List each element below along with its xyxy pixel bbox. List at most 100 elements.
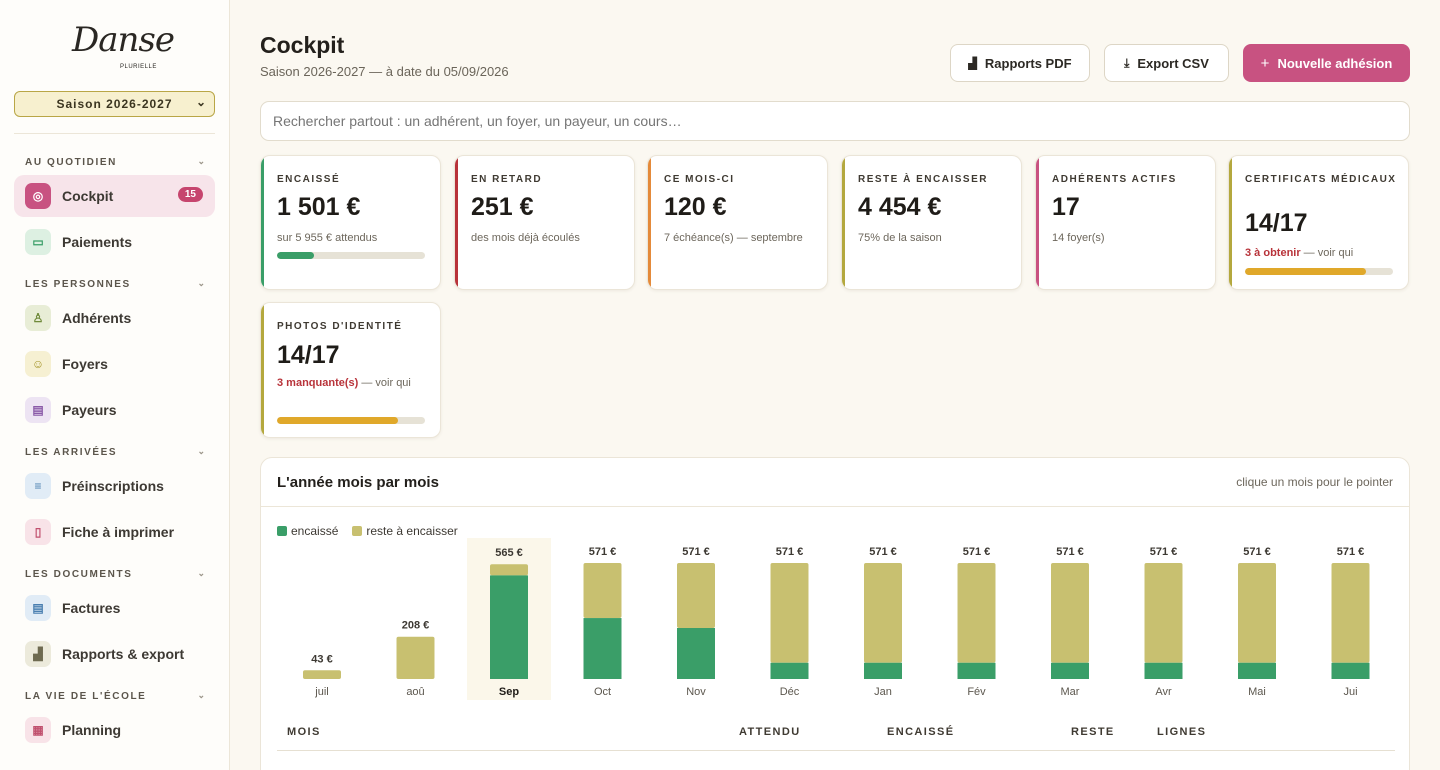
kpi-subtext: 75% de la saison — [858, 232, 942, 244]
export-csv-button[interactable]: ⤓ Export CSV — [1104, 44, 1229, 82]
bar-reste-7[interactable] — [957, 563, 996, 663]
reports-pdf-button[interactable]: ▟ Rapports PDF — [950, 44, 1090, 82]
bar-total-label: 571 € — [869, 546, 897, 558]
kpi-card-photos[interactable]: PHOTOS D'IDENTITÉ 14/17 3 manquante(s) —… — [260, 302, 441, 438]
kpi-card-retard[interactable]: EN RETARD 251 € des mois déjà écoulés — [454, 155, 635, 290]
monthly-bar-chart[interactable]: 43 € juil 208 € aoû 565 € Sep 571 € Oct 571 € Nov… — [261, 458, 1410, 708]
x-tick-label[interactable]: Déc — [780, 686, 800, 698]
bar-total-label: 571 € — [1150, 546, 1178, 558]
bar-encaisse-7[interactable] — [957, 662, 996, 679]
nav-section-personnes[interactable]: LES PERSONNES ⌄ — [25, 278, 205, 290]
sidebar: Danse PLURIELLE Saison 2026-2027 ⌄ AU QU… — [0, 0, 230, 770]
table-header-reste[interactable]: RESTE — [1071, 726, 1115, 738]
x-tick-label[interactable]: aoû — [406, 686, 424, 698]
bar-reste-11[interactable] — [1331, 563, 1370, 663]
kpi-label: ADHÉRENTS ACTIFS — [1052, 174, 1177, 185]
bar-total-label: 571 € — [1243, 546, 1271, 558]
kpi-subtext[interactable]: 3 manquante(s) — voir qui — [277, 375, 426, 392]
nav-section-vie-ecole[interactable]: LA VIE DE L'ÉCOLE ⌄ — [25, 690, 205, 702]
bar-reste-4[interactable] — [677, 563, 715, 629]
bar-reste-9[interactable] — [1144, 563, 1183, 663]
kpi-subtext: 7 échéance(s) — septembre — [664, 232, 803, 244]
kpi-warning-text: 3 à obtenir — [1245, 247, 1301, 259]
x-tick-label[interactable]: Jan — [874, 686, 892, 698]
chevron-down-icon: ⌄ — [195, 95, 207, 109]
bar-total-label: 571 € — [1337, 546, 1365, 558]
nav-section-quotidien[interactable]: AU QUOTIDIEN ⌄ — [25, 156, 205, 168]
kpi-subtext[interactable]: 3 à obtenir — voir qui — [1245, 245, 1394, 262]
table-header-attendu[interactable]: ATTENDU — [739, 726, 801, 738]
nav-section-title: LES DOCUMENTS — [25, 569, 133, 580]
logo[interactable]: Danse PLURIELLE — [70, 18, 175, 80]
sidebar-item-cockpit[interactable]: ◎ Cockpit 15 — [14, 175, 215, 217]
people-icon: ☺ — [25, 351, 51, 377]
bar-encaisse-9[interactable] — [1144, 662, 1183, 679]
kpi-card-reste[interactable]: RESTE À ENCAISSER 4 454 € 75% de la sais… — [841, 155, 1022, 290]
x-tick-label[interactable]: Mai — [1248, 686, 1266, 698]
bar-reste-0[interactable] — [303, 670, 341, 679]
nav-section-documents[interactable]: LES DOCUMENTS ⌄ — [25, 568, 205, 580]
bar-reste-2[interactable] — [490, 564, 528, 576]
sidebar-item-adherents[interactable]: ♙ Adhérents — [14, 297, 215, 339]
table-header-encaisse[interactable]: ENCAISSÉ — [887, 726, 954, 738]
season-select[interactable]: Saison 2026-2027 ⌄ — [14, 91, 215, 117]
nav-section-title: LES PERSONNES — [25, 279, 131, 290]
bar-reste-5[interactable] — [770, 563, 809, 663]
global-search-input[interactable] — [260, 101, 1410, 141]
sidebar-item-foyers[interactable]: ☺ Foyers — [14, 343, 215, 385]
nav-section-arrivees[interactable]: LES ARRIVÉES ⌄ — [25, 446, 205, 458]
bar-encaisse-3[interactable] — [583, 618, 622, 679]
kpi-card-certificats[interactable]: CERTIFICATS MÉDICAUX 14/17 3 à obtenir —… — [1228, 155, 1409, 290]
x-tick-label[interactable]: juil — [314, 686, 328, 698]
bar-encaisse-5[interactable] — [770, 662, 809, 679]
kpi-label: PHOTOS D'IDENTITÉ — [277, 321, 403, 332]
bar-reste-10[interactable] — [1238, 563, 1276, 663]
bar-chart-icon: ▟ — [968, 57, 977, 70]
new-membership-button[interactable]: + Nouvelle adhésion — [1243, 44, 1410, 82]
kpi-card-mois[interactable]: CE MOIS-CI 120 € 7 échéance(s) — septemb… — [647, 155, 828, 290]
bar-encaisse-4[interactable] — [677, 628, 715, 679]
caret-down-icon: ⌄ — [197, 690, 205, 700]
sidebar-item-factures[interactable]: ▤ Factures — [14, 587, 215, 629]
bar-total-label: 571 € — [1056, 546, 1084, 558]
x-tick-label[interactable]: Sep — [499, 686, 519, 698]
sidebar-item-label: Paiements — [62, 234, 133, 250]
bar-total-label: 571 € — [589, 546, 617, 558]
bar-encaisse-8[interactable] — [1051, 662, 1089, 679]
sidebar-item-paiements[interactable]: ▭ Paiements — [14, 221, 215, 263]
bar-encaisse-6[interactable] — [864, 662, 902, 679]
card-accent-stripe — [1229, 156, 1232, 289]
x-tick-label[interactable]: Jui — [1343, 686, 1357, 698]
sidebar-item-fiche[interactable]: ▯ Fiche à imprimer — [14, 511, 215, 553]
kpi-progress-fill — [277, 252, 314, 259]
kpi-subtext: sur 5 955 € attendus — [277, 232, 378, 244]
sidebar-item-rapports[interactable]: ▟ Rapports & export — [14, 633, 215, 675]
bar-encaisse-2[interactable] — [490, 575, 528, 679]
caret-down-icon: ⌄ — [197, 156, 205, 166]
sidebar-divider — [14, 133, 215, 134]
kpi-card-encaisse[interactable]: ENCAISSÉ 1 501 € sur 5 955 € attendus — [260, 155, 441, 290]
x-tick-label[interactable]: Fév — [967, 686, 986, 698]
bar-reste-8[interactable] — [1051, 563, 1089, 663]
sidebar-item-label: Rapports & export — [62, 646, 185, 662]
bar-encaisse-11[interactable] — [1331, 662, 1370, 679]
bar-reste-6[interactable] — [864, 563, 902, 663]
card-accent-stripe — [261, 303, 264, 437]
sidebar-item-preinscriptions[interactable]: ≡ Préinscriptions — [14, 465, 215, 507]
bar-reste-1[interactable] — [396, 636, 435, 679]
sidebar-item-payeurs[interactable]: ▤ Payeurs — [14, 389, 215, 431]
kpi-value: 17 — [1052, 193, 1080, 221]
monthly-chart-panel: L'année mois par mois clique un mois pou… — [260, 457, 1410, 770]
x-tick-label[interactable]: Oct — [594, 686, 611, 698]
kpi-value: 1 501 € — [277, 193, 361, 221]
sidebar-item-planning[interactable]: ▦ Planning — [14, 709, 215, 751]
sidebar-item-label: Adhérents — [62, 310, 132, 326]
table-header-mois[interactable]: MOIS — [287, 726, 321, 738]
x-tick-label[interactable]: Nov — [686, 686, 706, 698]
x-tick-label[interactable]: Mar — [1061, 686, 1080, 698]
bar-encaisse-10[interactable] — [1238, 662, 1276, 679]
x-tick-label[interactable]: Avr — [1155, 686, 1172, 698]
kpi-card-actifs[interactable]: ADHÉRENTS ACTIFS 17 14 foyer(s) — [1035, 155, 1216, 290]
bar-reste-3[interactable] — [583, 563, 622, 619]
table-header-lignes[interactable]: LIGNES — [1157, 726, 1206, 738]
